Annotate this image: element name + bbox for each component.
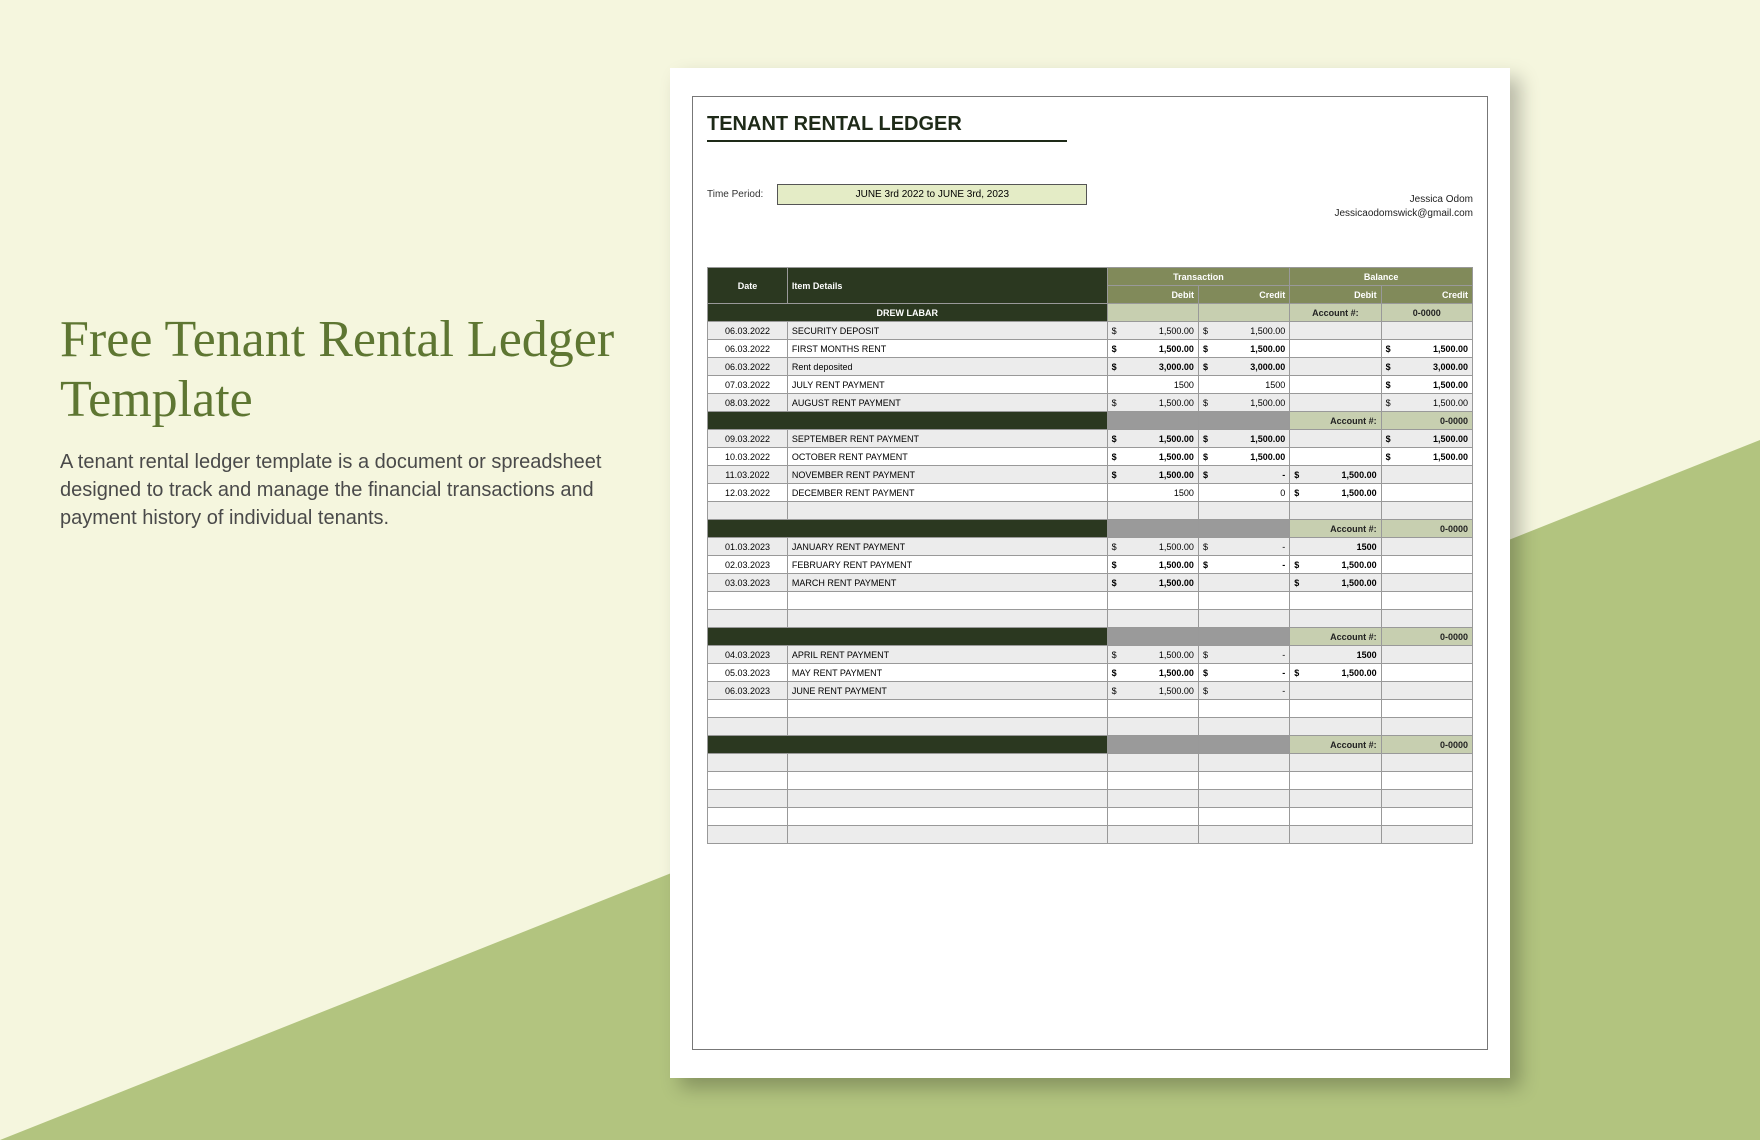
ledger-row [708, 808, 1473, 826]
period-label: Time Period: [707, 189, 763, 200]
ledger-row: 12.03.2022 DECEMBER RENT PAYMENT 1500 0 … [708, 484, 1473, 502]
promo-panel: Free Tenant Rental Ledger Template A ten… [60, 310, 640, 532]
tenant-row: DREW LABAR Account #: 0-0000 [708, 304, 1473, 322]
section-separator: Account #: 0-0000 [708, 520, 1473, 538]
document-preview: TENANT RENTAL LEDGER Time Period: JUNE 3… [670, 68, 1510, 1078]
ledger-row [708, 772, 1473, 790]
ledger-row [708, 718, 1473, 736]
ledger-row: 02.03.2023 FEBRUARY RENT PAYMENT $1,500.… [708, 556, 1473, 574]
section-separator: Account #: 0-0000 [708, 628, 1473, 646]
ledger-row: 11.03.2022 NOVEMBER RENT PAYMENT $1,500.… [708, 466, 1473, 484]
ledger-table: Date Item Details Transaction Balance De… [707, 267, 1473, 844]
contact-email: Jessicaodomswick@gmail.com [1334, 207, 1473, 221]
ledger-row [708, 610, 1473, 628]
ledger-row [708, 592, 1473, 610]
ledger-row [708, 700, 1473, 718]
period-value: JUNE 3rd 2022 to JUNE 3rd, 2023 [777, 184, 1087, 205]
ledger-row: 04.03.2023 APRIL RENT PAYMENT $1,500.00 … [708, 646, 1473, 664]
section-separator: Account #: 0-0000 [708, 412, 1473, 430]
document-title: TENANT RENTAL LEDGER [707, 113, 1067, 142]
ledger-row: 06.03.2022 SECURITY DEPOSIT $1,500.00 $1… [708, 322, 1473, 340]
ledger-row: 05.03.2023 MAY RENT PAYMENT $1,500.00 $-… [708, 664, 1473, 682]
ledger-row: 06.03.2022 FIRST MONTHS RENT $1,500.00 $… [708, 340, 1473, 358]
ledger-row [708, 502, 1473, 520]
ledger-row [708, 754, 1473, 772]
promo-headline: Free Tenant Rental Ledger Template [60, 310, 640, 430]
ledger-row: 06.03.2023 JUNE RENT PAYMENT $1,500.00 $… [708, 682, 1473, 700]
document-inner: TENANT RENTAL LEDGER Time Period: JUNE 3… [692, 96, 1488, 1050]
ledger-row: 03.03.2023 MARCH RENT PAYMENT $1,500.00 … [708, 574, 1473, 592]
ledger-row [708, 826, 1473, 844]
section-separator: Account #: 0-0000 [708, 736, 1473, 754]
ledger-row: 10.03.2022 OCTOBER RENT PAYMENT $1,500.0… [708, 448, 1473, 466]
ledger-row: 06.03.2022 Rent deposited $3,000.00 $3,0… [708, 358, 1473, 376]
header-row-1: Date Item Details Transaction Balance [708, 268, 1473, 286]
ledger-row: 09.03.2022 SEPTEMBER RENT PAYMENT $1,500… [708, 430, 1473, 448]
ledger-row: 07.03.2022 JULY RENT PAYMENT 1500 1500 $… [708, 376, 1473, 394]
promo-subtext: A tenant rental ledger template is a doc… [60, 448, 640, 532]
ledger-row [708, 790, 1473, 808]
contact-name: Jessica Odom [1334, 193, 1473, 207]
contact-block: Jessica Odom Jessicaodomswick@gmail.com [1334, 193, 1473, 221]
ledger-row: 08.03.2022 AUGUST RENT PAYMENT $1,500.00… [708, 394, 1473, 412]
ledger-row: 01.03.2023 JANUARY RENT PAYMENT $1,500.0… [708, 538, 1473, 556]
